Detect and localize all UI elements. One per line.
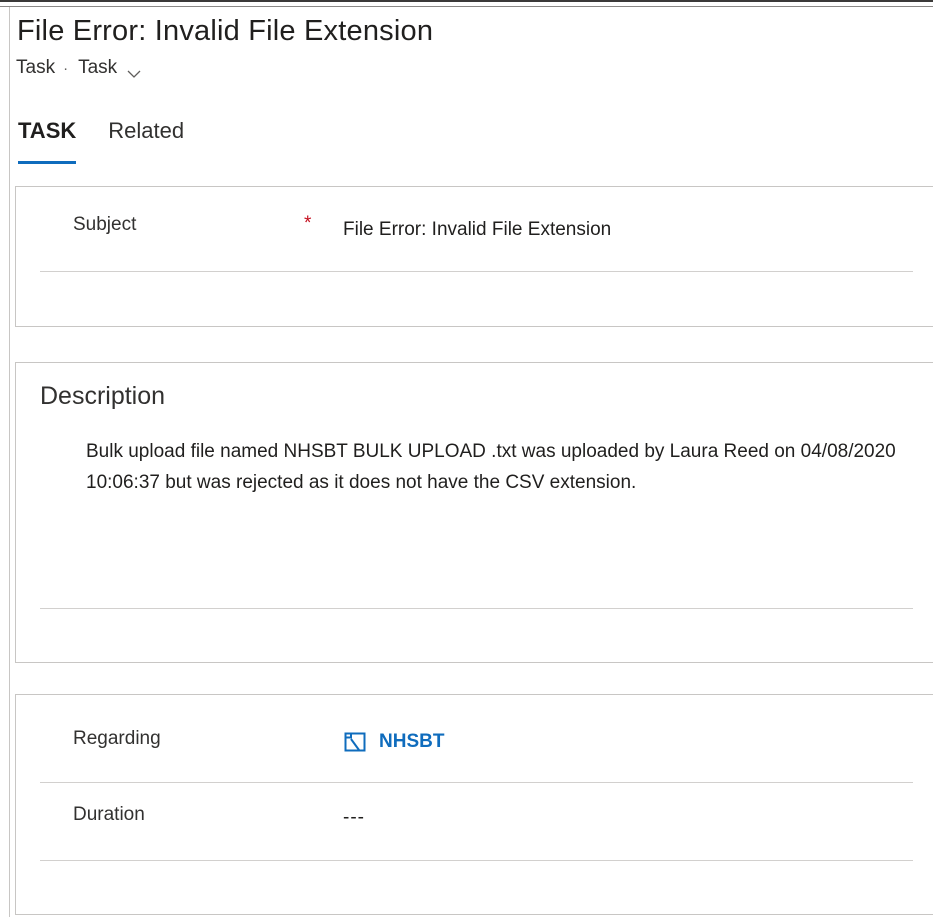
regarding-link[interactable]: NHSBT	[379, 731, 444, 753]
details-section: Regarding NHSBT Duration ---	[15, 694, 933, 915]
description-title: Description	[40, 382, 166, 410]
field-divider	[40, 271, 913, 272]
tab-task[interactable]: TASK	[18, 118, 77, 164]
chevron-down-icon[interactable]	[127, 63, 141, 78]
duration-label: Duration	[73, 804, 145, 825]
field-divider	[40, 608, 913, 609]
subject-field[interactable]: File Error: Invalid File Extension	[343, 219, 611, 241]
regarding-label: Regarding	[73, 728, 161, 749]
tab-strip: TASK Related	[18, 118, 184, 164]
field-divider	[40, 782, 913, 783]
regarding-lookup[interactable]: NHSBT	[343, 729, 444, 755]
general-section: Subject * File Error: Invalid File Exten…	[15, 186, 933, 327]
breadcrumb-separator: ·	[63, 59, 69, 77]
account-record-icon	[343, 730, 367, 754]
page-title: File Error: Invalid File Extension	[17, 15, 434, 47]
subject-label: Subject	[73, 214, 137, 235]
left-divider	[9, 7, 10, 917]
breadcrumb: Task · Task	[16, 56, 141, 80]
description-field[interactable]: Bulk upload file named NHSBT BULK UPLOAD…	[86, 436, 916, 498]
form-selector[interactable]: Task	[78, 57, 117, 79]
required-indicator: *	[304, 213, 312, 234]
field-divider	[40, 860, 913, 861]
tab-related[interactable]: Related	[108, 118, 184, 164]
duration-field[interactable]: ---	[343, 807, 365, 829]
entity-name: Task	[16, 57, 56, 78]
top-divider	[0, 6, 933, 7]
description-section: Description Bulk upload file named NHSBT…	[15, 362, 933, 663]
